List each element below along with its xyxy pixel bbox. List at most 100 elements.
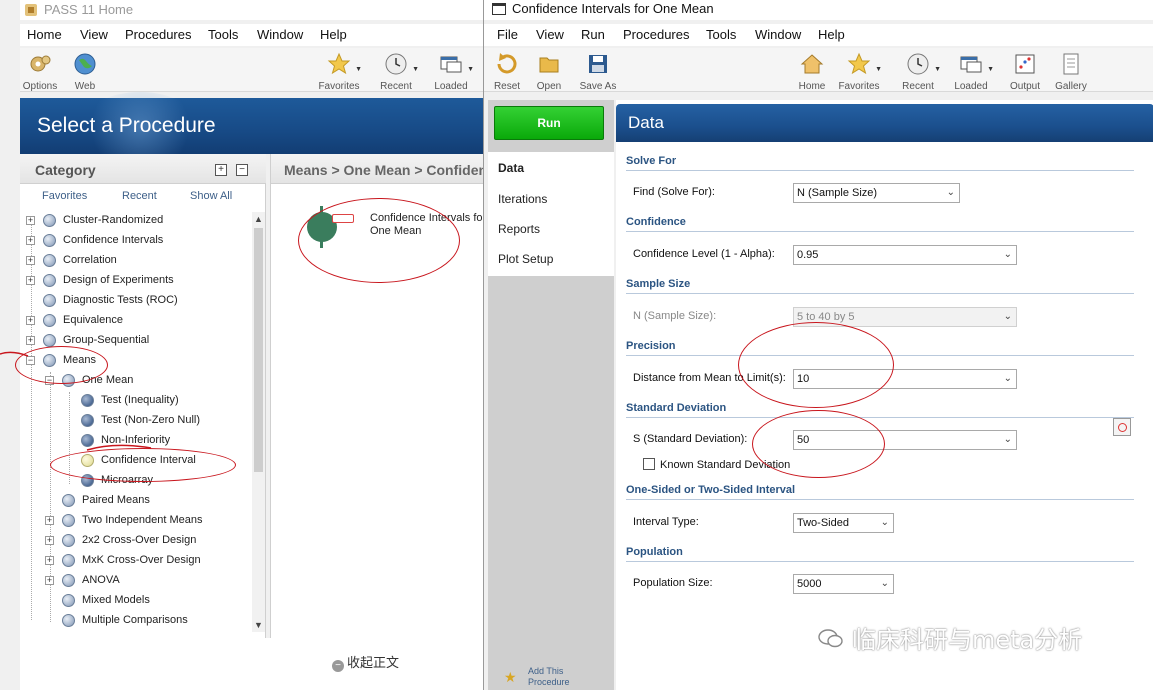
chevron-down-icon: ⌄ bbox=[1003, 311, 1012, 322]
tab-reports[interactable]: Reports bbox=[488, 214, 614, 244]
home-toolbar: Options Web ▼ Favorites ▼ Recent ▼ Loade… bbox=[20, 48, 485, 92]
category-ball-icon bbox=[43, 214, 56, 227]
scroll-up-icon[interactable]: ▲ bbox=[254, 214, 263, 224]
tree-item-label: Confidence Intervals bbox=[63, 234, 164, 246]
windows-icon bbox=[440, 56, 462, 73]
menu-procedures[interactable]: Procedures bbox=[623, 27, 689, 42]
menu-tools[interactable]: Tools bbox=[706, 27, 736, 42]
ci-favorites-button[interactable]: ▼ Favorites bbox=[836, 50, 882, 92]
procedure-ball-icon bbox=[81, 414, 94, 427]
tab-favorites[interactable]: Favorites bbox=[42, 190, 87, 202]
home-recent-button[interactable]: ▼ Recent bbox=[373, 50, 419, 92]
conf-label: Confidence Level (1 - Alpha): bbox=[633, 248, 775, 260]
find-select[interactable]: N (Sample Size) ⌄ bbox=[793, 183, 960, 203]
tree-item-label: Diagnostic Tests (ROC) bbox=[63, 294, 178, 306]
window-icon bbox=[492, 3, 506, 15]
star-icon bbox=[327, 52, 351, 75]
web-button[interactable]: Web bbox=[62, 50, 108, 92]
output-button[interactable]: Output bbox=[1002, 50, 1048, 92]
ci-favorites-label: Favorites bbox=[838, 81, 880, 92]
ci-recent-button[interactable]: ▼ Recent bbox=[895, 50, 941, 92]
pop-label: Population Size: bbox=[633, 577, 713, 589]
section-sample-size: Sample Size bbox=[626, 274, 1134, 294]
tab-plot-setup[interactable]: Plot Setup bbox=[488, 244, 614, 276]
menu-home[interactable]: Home bbox=[27, 27, 62, 42]
tree-item-label: Group-Sequential bbox=[63, 334, 150, 346]
interval-label: Interval Type: bbox=[633, 516, 699, 528]
menu-tools[interactable]: Tools bbox=[208, 27, 238, 42]
tree-item-label: Equivalence bbox=[63, 314, 123, 326]
menu-run[interactable]: Run bbox=[581, 27, 605, 42]
menu-file[interactable]: File bbox=[497, 27, 518, 42]
save-as-button[interactable]: Save As bbox=[575, 50, 621, 92]
menu-help[interactable]: Help bbox=[320, 27, 347, 42]
category-ball-icon bbox=[43, 314, 56, 327]
reset-label: Reset bbox=[493, 81, 521, 92]
pass-app-icon bbox=[25, 4, 37, 16]
tab-data[interactable]: Data bbox=[488, 152, 614, 184]
category-ball-icon bbox=[62, 494, 75, 507]
category-tabs: Favorites Recent Show All bbox=[20, 186, 266, 208]
expand-icon[interactable]: + bbox=[45, 556, 54, 565]
tab-show-all[interactable]: Show All bbox=[190, 190, 232, 202]
sd-estimator-icon[interactable] bbox=[1113, 418, 1131, 436]
category-scrollbar[interactable]: ▲ ▼ bbox=[252, 212, 265, 632]
floppy-disk-icon bbox=[589, 55, 607, 73]
ci-loaded-button[interactable]: ▼ Loaded bbox=[948, 50, 994, 92]
chevron-down-icon: ⌄ bbox=[880, 578, 889, 589]
expand-all-icon[interactable]: + bbox=[215, 164, 227, 176]
chevron-down-icon: ⌄ bbox=[1003, 249, 1012, 260]
expand-icon[interactable]: + bbox=[45, 516, 54, 525]
ci-titlebar: Confidence Intervals for One Mean bbox=[484, 0, 1153, 20]
ci-menubar: File View Run Procedures Tools Window He… bbox=[484, 24, 1153, 46]
star-icon bbox=[847, 52, 871, 75]
ci-home-button[interactable]: Home bbox=[789, 50, 835, 92]
ci-loaded-label: Loaded bbox=[954, 81, 988, 92]
globe-icon bbox=[74, 53, 96, 75]
data-panel: Data Solve For Find (Solve For): N (Samp… bbox=[616, 100, 1153, 690]
confidence-level-field[interactable]: 0.95 ⌄ bbox=[793, 245, 1017, 265]
tab-iterations[interactable]: Iterations bbox=[488, 184, 614, 214]
home-favorites-button[interactable]: ▼ Favorites bbox=[316, 50, 362, 92]
scrollbar-thumb[interactable] bbox=[254, 228, 263, 472]
expand-icon[interactable]: + bbox=[26, 236, 35, 245]
open-button[interactable]: Open bbox=[526, 50, 572, 92]
known-sd-checkbox[interactable] bbox=[643, 458, 655, 470]
ci-home-label: Home bbox=[798, 81, 826, 92]
wechat-icon bbox=[818, 629, 843, 648]
collapse-text-button[interactable]: − 收起正文 bbox=[332, 652, 399, 672]
menu-window[interactable]: Window bbox=[257, 27, 303, 42]
tree-item-label: Two Independent Means bbox=[82, 514, 203, 526]
population-size-field[interactable]: 5000 ⌄ bbox=[793, 574, 894, 594]
collapse-all-icon[interactable]: − bbox=[236, 164, 248, 176]
menu-window[interactable]: Window bbox=[755, 27, 801, 42]
interval-type-select[interactable]: Two-Sided ⌄ bbox=[793, 513, 894, 533]
options-button[interactable]: Options bbox=[17, 50, 63, 92]
watermark: 临床科研与meta分析 bbox=[852, 626, 1083, 654]
tab-recent[interactable]: Recent bbox=[122, 190, 157, 202]
scroll-down-icon[interactable]: ▼ bbox=[254, 620, 263, 630]
reset-button[interactable]: Reset bbox=[484, 50, 530, 92]
expand-icon[interactable]: + bbox=[26, 276, 35, 285]
run-button[interactable]: Run bbox=[494, 106, 604, 140]
expand-icon[interactable]: + bbox=[26, 256, 35, 265]
expand-icon[interactable]: + bbox=[26, 316, 35, 325]
expand-icon[interactable]: + bbox=[45, 576, 54, 585]
expand-icon[interactable]: + bbox=[45, 536, 54, 545]
expand-icon[interactable]: + bbox=[26, 216, 35, 225]
tree-item-label: MxK Cross-Over Design bbox=[82, 554, 201, 566]
gallery-button[interactable]: Gallery bbox=[1048, 50, 1094, 92]
menu-view[interactable]: View bbox=[80, 27, 108, 42]
select-procedure-banner: Select a Procedure bbox=[20, 92, 485, 162]
home-loaded-button[interactable]: ▼ Loaded bbox=[428, 50, 474, 92]
tree-item-label: Test (Inequality) bbox=[101, 394, 179, 406]
menu-help[interactable]: Help bbox=[818, 27, 845, 42]
section-interval: One-Sided or Two-Sided Interval bbox=[626, 480, 1134, 500]
add-procedure-link[interactable]: ★ Add This Procedure to bbox=[504, 666, 578, 690]
clock-icon bbox=[907, 53, 929, 75]
menu-procedures[interactable]: Procedures bbox=[125, 27, 191, 42]
menu-view[interactable]: View bbox=[536, 27, 564, 42]
procedure-ball-icon bbox=[81, 394, 94, 407]
annotation-stroke bbox=[86, 444, 152, 451]
tree-item-label: Multiple Comparisons bbox=[82, 614, 188, 626]
